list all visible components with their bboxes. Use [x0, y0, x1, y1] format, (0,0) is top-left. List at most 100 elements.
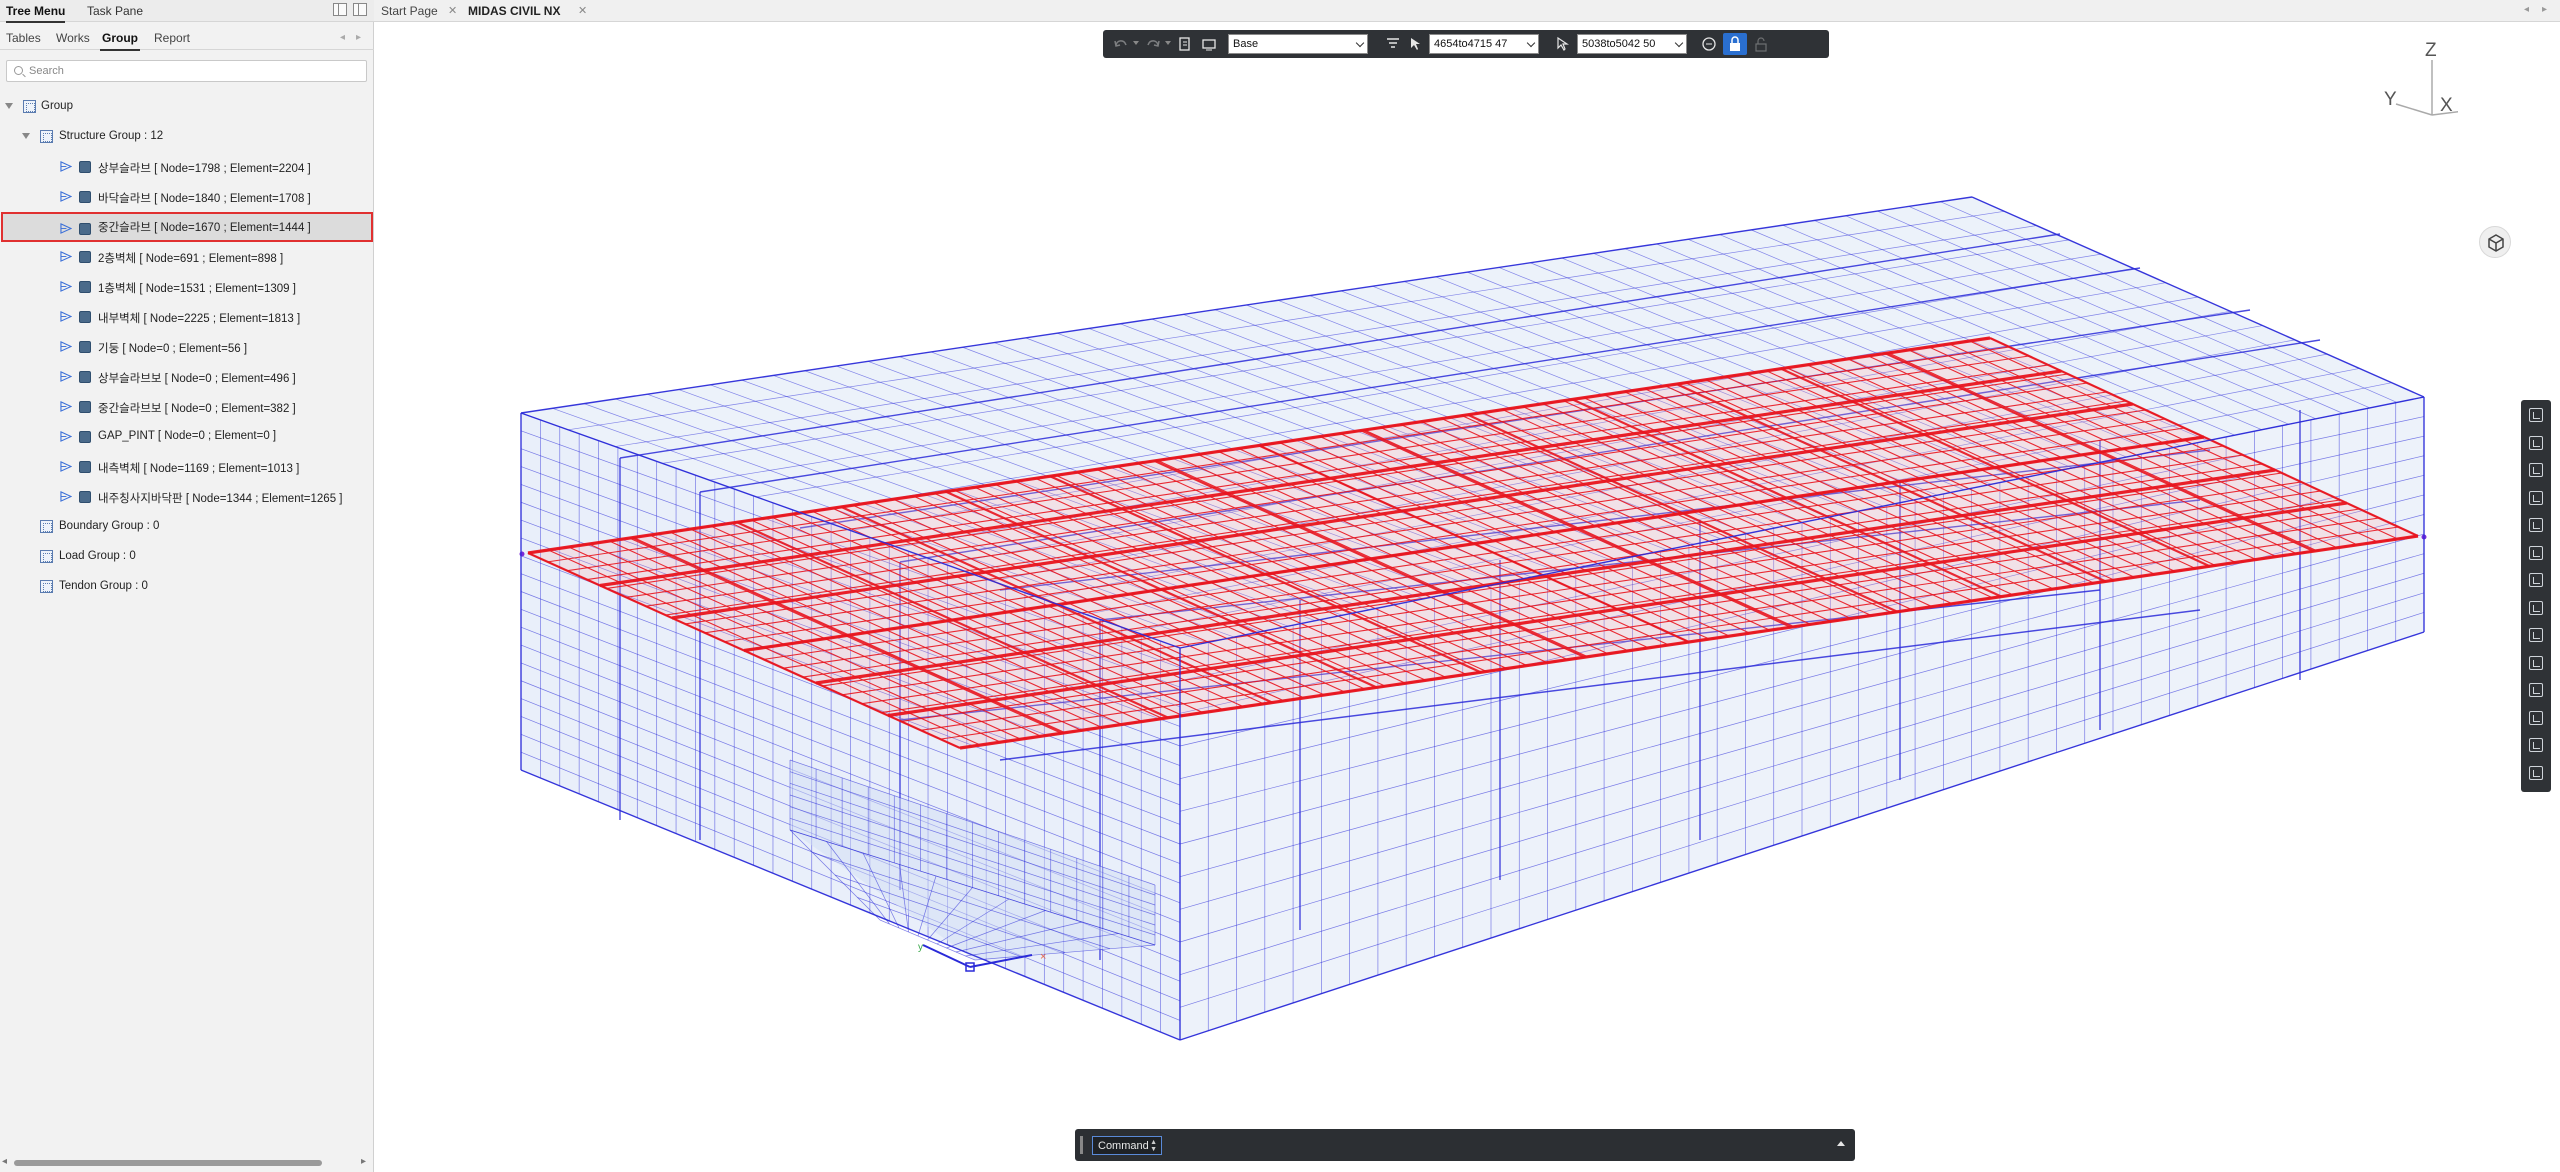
visibility-icon[interactable]: [60, 371, 72, 382]
page-icon[interactable]: [1177, 36, 1193, 52]
lock-icon: [1730, 36, 1740, 51]
document-tab-bar: Start Page ✕ MIDAS CIVIL NX ✕ ◂ ▸: [374, 0, 2560, 22]
nav-left-icon[interactable]: ◂: [340, 32, 345, 43]
undo-icon[interactable]: [1113, 36, 1129, 52]
tab-tables[interactable]: Tables: [6, 31, 41, 45]
axis-label-z: Z: [2425, 40, 2437, 61]
filter-icon[interactable]: [1385, 36, 1401, 52]
expand-arrow-icon[interactable]: [22, 133, 30, 139]
tree-label-load-group: Load Group : 0: [59, 550, 136, 562]
tree-row-structure-item[interactable]: 상부슬라브보 [ Node=0 ; Element=496 ]: [0, 362, 374, 392]
side-tool-icon[interactable]: [2529, 628, 2543, 642]
panel-layout-icon[interactable]: [333, 3, 347, 16]
tab-start-page[interactable]: Start Page: [381, 0, 438, 22]
visibility-icon[interactable]: [60, 461, 72, 472]
tab-scroll-left-icon[interactable]: ◂: [2524, 4, 2529, 15]
scrollbar-thumb[interactable]: [14, 1160, 322, 1166]
tree-row-structure-item[interactable]: 내측벽체 [ Node=1169 ; Element=1013 ]: [0, 452, 374, 482]
panel-split-icon[interactable]: [353, 3, 367, 16]
unlock-icon[interactable]: [1753, 36, 1769, 52]
scroll-left-icon[interactable]: ◂: [2, 1156, 7, 1167]
visibility-icon[interactable]: [60, 431, 72, 442]
close-icon[interactable]: ✕: [578, 4, 587, 17]
tree-row-structure-item[interactable]: 중간슬라브 [ Node=1670 ; Element=1444 ]: [1, 212, 373, 242]
chat-icon[interactable]: [1701, 36, 1717, 52]
search-icon: [14, 66, 23, 75]
tree-row-structure-item[interactable]: 기둥 [ Node=0 ; Element=56 ]: [0, 332, 374, 362]
tree-row-structure-item[interactable]: 상부슬라브 [ Node=1798 ; Element=2204 ]: [0, 152, 374, 182]
tree-row-structure-item[interactable]: 바닥슬라브 [ Node=1840 ; Element=1708 ]: [0, 182, 374, 212]
tree-row-load-group[interactable]: Load Group : 0: [0, 542, 374, 572]
side-tool-icon[interactable]: [2529, 545, 2543, 560]
tab-tree-menu[interactable]: Tree Menu: [6, 4, 66, 23]
tree-row-structure-item[interactable]: 내부벽체 [ Node=2225 ; Element=1813 ]: [0, 302, 374, 332]
visibility-icon[interactable]: [60, 281, 72, 292]
visibility-icon[interactable]: [60, 161, 72, 172]
visibility-icon[interactable]: [60, 223, 72, 234]
side-tool-icon[interactable]: [2529, 573, 2543, 587]
search-input[interactable]: [29, 63, 359, 79]
horizontal-scrollbar[interactable]: ◂ ▸: [0, 1155, 374, 1169]
display-icon[interactable]: [1201, 36, 1217, 52]
group-icon: [23, 100, 36, 113]
tab-midas-civil-nx[interactable]: MIDAS CIVIL NX: [468, 0, 560, 22]
tab-works[interactable]: Works: [56, 31, 90, 45]
tab-report[interactable]: Report: [154, 31, 190, 45]
tab-group[interactable]: Group: [100, 31, 140, 51]
tree-label-structure-item: 내부벽체 [ Node=2225 ; Element=1813 ]: [98, 313, 301, 325]
tree-row-structure-item[interactable]: 1층벽체 [ Node=1531 ; Element=1309 ]: [0, 272, 374, 302]
side-tool-icon[interactable]: [2529, 600, 2543, 615]
nav-right-icon[interactable]: ▸: [356, 32, 361, 43]
expand-arrow-icon[interactable]: [5, 103, 13, 109]
side-tool-icon[interactable]: [2529, 435, 2543, 450]
tree-row-structure-item[interactable]: GAP_PINT [ Node=0 ; Element=0 ]: [0, 422, 374, 452]
tree-row-boundary-group[interactable]: Boundary Group : 0: [0, 512, 374, 542]
view-toolbar: Base 4654to4715 47 5038to5042 50: [1103, 30, 1829, 58]
search-box: [6, 60, 367, 82]
tree-row-tendon-group[interactable]: Tendon Group : 0: [0, 572, 374, 602]
tree-row-structure-item[interactable]: 내주칭사지바닥판 [ Node=1344 ; Element=1265 ]: [0, 482, 374, 512]
tree-label-structure-item: GAP_PINT [ Node=0 ; Element=0 ]: [98, 430, 277, 442]
side-tool-icon[interactable]: [2529, 738, 2543, 752]
tree-row-group[interactable]: Group: [0, 92, 374, 122]
structure-model-view[interactable]: × y: [374, 22, 2560, 1172]
tree-row-structure-group[interactable]: Structure Group : 12: [0, 122, 374, 152]
visibility-icon[interactable]: [60, 341, 72, 352]
model-viewport[interactable]: × y: [374, 22, 2560, 1172]
tree-row-structure-item[interactable]: 중간슬라브보 [ Node=0 ; Element=382 ]: [0, 392, 374, 422]
visibility-icon[interactable]: [60, 311, 72, 322]
group-color-icon: [79, 431, 91, 443]
side-tool-icon[interactable]: [2529, 683, 2543, 697]
tab-task-pane[interactable]: Task Pane: [87, 4, 143, 18]
group-color-icon: [79, 161, 91, 173]
side-tool-icon[interactable]: [2529, 655, 2543, 670]
tendon-group-icon: [40, 580, 53, 593]
tree-row-structure-item[interactable]: 2층벽체 [ Node=691 ; Element=898 ]: [0, 242, 374, 272]
side-tool-icon[interactable]: [2529, 710, 2543, 725]
node-select[interactable]: 4654to4715 47: [1429, 34, 1539, 54]
redo-icon[interactable]: [1145, 36, 1161, 52]
drag-handle[interactable]: [1080, 1136, 1083, 1154]
side-tool-icon[interactable]: [2529, 518, 2543, 532]
side-tool-icon[interactable]: [2529, 463, 2543, 477]
element-select[interactable]: 5038to5042 50: [1577, 34, 1687, 54]
select-node-icon[interactable]: [1408, 36, 1424, 52]
visibility-icon[interactable]: [60, 401, 72, 412]
view-cube-button[interactable]: [2479, 226, 2511, 258]
side-tool-icon[interactable]: [2529, 765, 2543, 780]
side-tool-icon[interactable]: [2529, 490, 2543, 505]
tab-scroll-right-icon[interactable]: ▸: [2542, 4, 2547, 15]
visibility-icon[interactable]: [60, 491, 72, 502]
tree-label-boundary-group: Boundary Group : 0: [59, 520, 160, 532]
close-icon[interactable]: ✕: [448, 4, 457, 17]
command-select[interactable]: Command ▲ ▼: [1092, 1136, 1162, 1155]
visibility-icon[interactable]: [60, 191, 72, 202]
lock-button[interactable]: [1723, 33, 1747, 55]
view-select[interactable]: Base: [1228, 34, 1368, 54]
scroll-right-icon[interactable]: ▸: [361, 1156, 366, 1167]
side-tool-icon[interactable]: [2529, 408, 2543, 422]
expand-icon[interactable]: [1837, 1141, 1845, 1146]
visibility-icon[interactable]: [60, 251, 72, 262]
select-element-icon[interactable]: [1555, 36, 1571, 52]
tree-label-structure-item: 상부슬라브 [ Node=1798 ; Element=2204 ]: [98, 163, 311, 175]
